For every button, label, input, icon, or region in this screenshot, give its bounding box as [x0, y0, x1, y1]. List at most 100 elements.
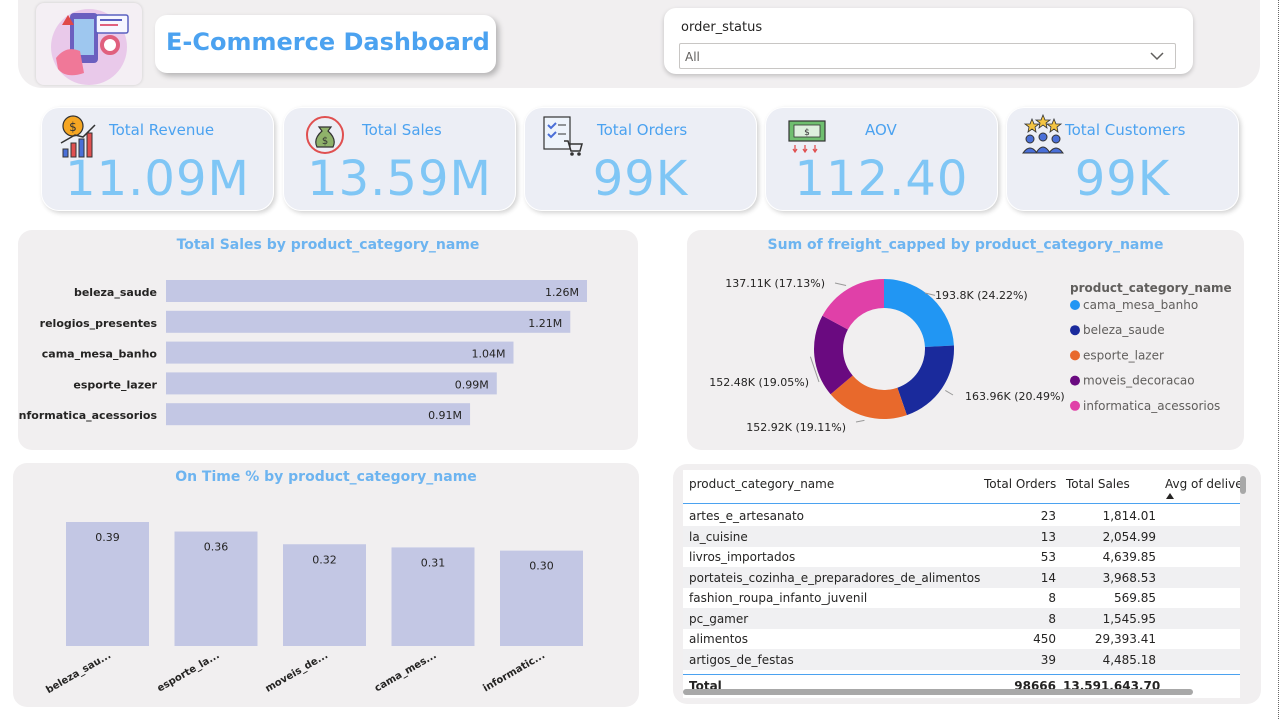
bar-data-label: 0.32: [312, 553, 337, 566]
legend-item-label[interactable]: esporte_lazer: [1083, 348, 1164, 362]
table-vertical-scrollbar[interactable]: [1240, 476, 1246, 494]
svg-text:$: $: [69, 120, 77, 134]
dashboard-page: E-Commerce Dashboard order_status All $ …: [0, 0, 1284, 719]
sort-descending-icon: [1166, 493, 1174, 499]
table-row[interactable]: portateis_cozinha_e_preparadores_de_alim…: [683, 566, 1240, 588]
category-table-panel: product_category_name Total Orders Total…: [673, 464, 1261, 704]
cell-category: fashion_roupa_infanto_juvenil: [689, 591, 868, 605]
slice-data-label: 193.8K (24.22%): [935, 289, 1028, 302]
category-table: product_category_name Total Orders Total…: [683, 470, 1240, 698]
sales-bar[interactable]: [166, 403, 471, 426]
cell-category: la_cuisine: [689, 529, 748, 544]
sales-by-category-panel: Total Sales by product_category_name bel…: [18, 230, 638, 450]
order-status-dropdown[interactable]: All: [679, 43, 1176, 69]
kpi-label: Total Sales: [362, 121, 442, 139]
cell-category: alimentos: [689, 632, 748, 646]
sales-bar[interactable]: [166, 341, 514, 364]
cell-total-orders: 8: [1048, 611, 1056, 626]
bar-data-label: 0.91M: [428, 409, 462, 422]
legend-marker: [1070, 350, 1080, 361]
slice-data-label: 137.11K (17.13%): [725, 277, 825, 290]
order-status-slicer: order_status All: [664, 8, 1193, 74]
freight-by-category-panel: Sum of freight_capped by product_categor…: [687, 230, 1244, 450]
bar-data-label: 0.31: [421, 556, 446, 569]
table-row[interactable]: pc_gamer 8 1,545.95: [683, 607, 1240, 629]
cell-total-orders: 8: [1048, 591, 1056, 605]
column-header-avg-delivery[interactable]: Avg of delive: [1165, 477, 1240, 491]
legend-item-label[interactable]: informatica_acessorios: [1083, 399, 1220, 413]
cell-category: portateis_cozinha_e_preparadores_de_alim…: [689, 570, 981, 585]
cell-category: pc_gamer: [689, 611, 749, 626]
slicer-selected-value: All: [685, 50, 700, 64]
freight-donut-chart: 193.8K (24.22%) 163.96K (20.49%) 152.92K (…: [709, 277, 1232, 434]
donut-slice[interactable]: [897, 345, 954, 416]
kpi-label: Total Customers: [1065, 121, 1186, 139]
cell-total-orders: 23: [1040, 509, 1056, 523]
category-label: esporte_lazer: [73, 378, 157, 391]
kpi-card-total-orders: Total Orders 99K: [524, 107, 757, 211]
category-label: beleza_saude: [74, 286, 157, 299]
table-row[interactable]: la_cuisine 13 2,054.99: [683, 525, 1240, 547]
table-header: product_category_name Total Orders Total…: [683, 470, 1240, 504]
kpi-label: AOV: [865, 121, 897, 139]
cell-total-orders: 39: [1040, 652, 1056, 667]
bar-data-label: 0.30: [529, 560, 554, 573]
table-row[interactable]: artigos_de_festas 39 4,485.18: [683, 648, 1240, 670]
legend-item-label[interactable]: cama_mesa_banho: [1083, 298, 1198, 312]
category-tick-label: moveis_de...: [264, 650, 330, 695]
table-row[interactable]: artes_e_artesanato 23 1,814.01: [683, 505, 1240, 526]
sales-bar[interactable]: [166, 280, 587, 302]
slice-data-label: 163.96K (20.49%): [965, 390, 1065, 403]
legend-marker: [1070, 325, 1080, 336]
cell-total-orders: 14: [1040, 570, 1056, 585]
cell-category: artes_e_artesanato: [689, 509, 804, 523]
kpi-label: Total Revenue: [109, 121, 215, 139]
bar-data-label: 1.21M: [528, 317, 562, 330]
cell-category: artigos_de_festas: [689, 652, 794, 667]
column-header-total-orders[interactable]: Total Orders: [984, 477, 1056, 491]
table-row[interactable]: livros_importados 53 4,639.85: [683, 546, 1240, 567]
page-edge-divider: [1278, 0, 1279, 719]
table-horizontal-scrollbar[interactable]: [683, 689, 1193, 695]
bar-data-label: 0.36: [204, 541, 229, 554]
sales-bar[interactable]: [166, 372, 497, 395]
legend-marker: [1070, 300, 1080, 310]
kpi-value: 99K: [592, 151, 689, 207]
bar-data-label: 1.26M: [545, 286, 579, 299]
cell-total-orders: 53: [1040, 550, 1056, 564]
chevron-down-icon: [1150, 52, 1164, 61]
legend-marker: [1070, 400, 1080, 411]
ecommerce-logo: [36, 3, 142, 85]
table-row[interactable]: alimentos 450 29,393.41: [683, 628, 1240, 649]
page-title: E-Commerce Dashboard: [166, 28, 490, 56]
ontime-by-category-panel: On Time % by product_category_name 0.39 b…: [13, 463, 639, 707]
slicer-label: order_status: [681, 20, 763, 35]
legend-marker: [1070, 375, 1080, 386]
kpi-card-total-revenue: $ Total Revenue 11.09M: [41, 107, 274, 211]
cell-total-sales: 29,393.41: [1094, 632, 1156, 646]
legend-item-label[interactable]: moveis_decoracao: [1083, 374, 1195, 388]
slice-leader-line: [834, 282, 847, 286]
slice-leader-line: [945, 390, 954, 396]
category-label: relogios_presentes: [40, 317, 158, 330]
cell-total-sales: 3,968.53: [1102, 570, 1156, 585]
svg-text:$: $: [322, 136, 328, 147]
bar-data-label: 1.04M: [472, 348, 506, 361]
category-tick-label: esporte_la...: [156, 650, 222, 694]
cell-total-sales: 1,545.95: [1102, 611, 1156, 626]
legend-title: product_category_name: [1070, 281, 1232, 296]
legend-item-label[interactable]: beleza_saude: [1083, 323, 1165, 337]
slice-leader-line: [855, 419, 865, 423]
cell-total-orders: 13: [1040, 529, 1056, 544]
bar-data-label: 0.99M: [455, 378, 489, 391]
table-row[interactable]: fashion_roupa_infanto_juvenil 8 569.85: [683, 587, 1240, 608]
column-header-category[interactable]: product_category_name: [689, 477, 834, 491]
sales-bar[interactable]: [166, 310, 571, 333]
kpi-card-aov: $ AOV 112.40: [765, 107, 998, 211]
category-tick-label: beleza_sau...: [44, 650, 113, 696]
column-header-total-sales[interactable]: Total Sales: [1066, 477, 1130, 491]
cell-total-sales: 4,639.85: [1102, 550, 1156, 564]
ontime-by-category-chart: 0.39 beleza_sau... 0.36 esporte_la... 0.32 mo…: [44, 522, 583, 696]
category-tick-label: cama_mes...: [373, 650, 439, 694]
category-label: informatica_acessorios: [18, 409, 157, 422]
